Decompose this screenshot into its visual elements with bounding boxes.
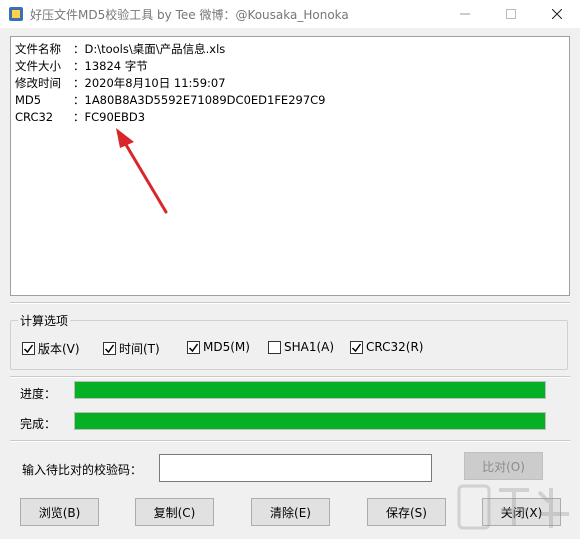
divider: [10, 440, 570, 442]
annotation-arrow-icon: [116, 128, 168, 214]
browse-button[interactable]: 浏览(B): [20, 498, 99, 526]
compare-hash-input[interactable]: [159, 454, 432, 482]
checkmark-icon: [104, 344, 115, 354]
checkmark-icon: [23, 344, 34, 354]
maximize-button[interactable]: [488, 0, 534, 28]
divider: [10, 302, 570, 304]
checkbox-time[interactable]: 时间(T): [103, 340, 160, 357]
minimize-button[interactable]: [442, 0, 488, 28]
checkmark-icon: [188, 343, 199, 352]
result-line-filesize: 文件大小： 13824 字节: [15, 59, 148, 73]
progress-bar: [74, 381, 546, 399]
copy-button[interactable]: 复制(C): [135, 498, 214, 526]
options-legend: 计算选项: [18, 312, 71, 329]
watermark-logo-icon: [457, 484, 569, 530]
checkbox-box[interactable]: [187, 340, 200, 354]
result-line-filename: 文件名称： D:\tools\桌面\产品信息.xls: [15, 42, 226, 56]
result-line-md5: MD5： 1A80B8A3D5592E71089DC0ED1FE297C9: [15, 93, 326, 107]
checkbox-crc32[interactable]: CRC32(R): [350, 340, 423, 354]
compare-label: 输入待比对的校验码：: [22, 463, 143, 477]
checkbox-box[interactable]: [350, 340, 363, 354]
app-icon: [9, 7, 23, 21]
close-icon: [552, 9, 562, 19]
complete-bar: [74, 412, 546, 430]
title-bar: 好压文件MD5校验工具 by Tee 微博：@Kousaka_Honoka: [0, 0, 580, 28]
checkbox-box[interactable]: [268, 340, 281, 354]
checkbox-md5[interactable]: MD5(M): [187, 340, 250, 354]
minimize-icon: [460, 13, 470, 15]
window-title: 好压文件MD5校验工具 by Tee 微博：@Kousaka_Honoka: [30, 8, 349, 22]
close-window-button[interactable]: [534, 0, 580, 28]
clear-button[interactable]: 清除(E): [251, 498, 330, 526]
compare-button[interactable]: 比对(O): [464, 452, 543, 480]
checkbox-version[interactable]: 版本(V): [22, 340, 80, 357]
save-button[interactable]: 保存(S): [367, 498, 446, 526]
result-textbox[interactable]: 文件名称： D:\tools\桌面\产品信息.xls 文件大小： 13824 字节 …: [10, 36, 570, 296]
complete-bar-fill: [75, 413, 545, 429]
checkbox-sha1[interactable]: SHA1(A): [268, 340, 334, 354]
maximize-icon: [506, 9, 516, 19]
checkbox-box[interactable]: [22, 342, 35, 355]
checkbox-box[interactable]: [103, 342, 116, 355]
progress-label: 进度：: [20, 387, 57, 401]
complete-label: 完成：: [20, 417, 57, 431]
progress-bar-fill: [75, 382, 545, 398]
divider: [10, 376, 570, 378]
result-line-crc32: CRC32： FC90EBD3: [15, 110, 146, 124]
result-line-modified: 修改时间： 2020年8月10日 11:59:07: [15, 76, 226, 90]
checkmark-icon: [351, 343, 362, 352]
